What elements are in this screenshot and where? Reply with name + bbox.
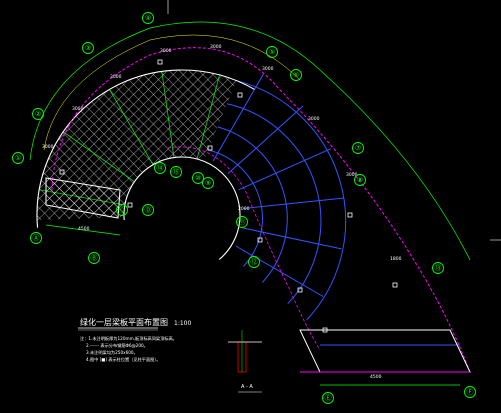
section-label: A - A [241,384,253,390]
note-3: 3.未注明梁均为250x600。 [86,349,138,356]
note-1: 注：1.未注明板厚为120mm,板顶标高同梁顶标高。 [80,335,177,342]
note-4: 4.图中 [■] 表示柱位置（见柱平面图）。 [86,356,161,363]
drawing-title: 绿化一层梁板平面布置图 [80,317,168,327]
note-2: 2.------ 表示分布钢筋Φ6@200。 [86,342,148,349]
drawing-scale: 1:100 [174,320,191,327]
title-block: 绿化一层梁板平面布置图 1:100 注：1.未注明板厚为120mm,板顶标高同梁… [78,317,253,390]
cad-drawing-canvas: 3000 3000 3000 3000 3000 3000 3000 3000 4500 4500… [0,0,501,413]
